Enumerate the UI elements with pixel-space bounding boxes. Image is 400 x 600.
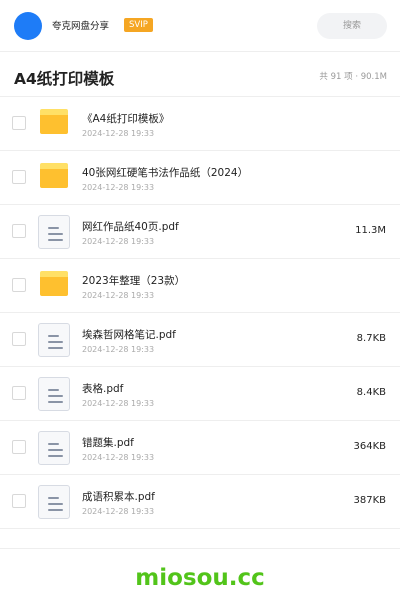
select-checkbox[interactable] — [12, 494, 26, 508]
file-size: 11.3M — [355, 225, 386, 236]
file-name[interactable]: 网红作品纸40页.pdf — [82, 219, 179, 234]
select-checkbox[interactable] — [12, 278, 26, 292]
folder-title-bar: A4纸打印模板 共 91 项 · 90.1M — [0, 53, 400, 97]
select-checkbox[interactable] — [12, 440, 26, 454]
file-date: 2024-12-28 19:33 — [82, 237, 155, 246]
file-size: 364KB — [353, 441, 386, 452]
file-name[interactable]: 2023年整理（23款） — [82, 273, 185, 288]
file-row[interactable]: 网红作品纸40页.pdf 2024-12-28 19:33 11.3M — [0, 205, 400, 259]
document-icon — [38, 215, 70, 249]
folder-icon — [40, 271, 68, 296]
file-name[interactable]: 40张网红硬笔书法作品纸（2024） — [82, 165, 248, 180]
file-size: 8.7KB — [356, 333, 386, 344]
file-date: 2024-12-28 19:33 — [82, 453, 155, 462]
app-header: 夸克网盘分享 SVIP 搜索 — [0, 0, 400, 52]
folder-icon — [40, 109, 68, 134]
file-name[interactable]: 成语积累本.pdf — [82, 489, 155, 504]
document-icon — [38, 377, 70, 411]
folder-row[interactable]: 2023年整理（23款） 2024-12-28 19:33 — [0, 259, 400, 313]
document-icon — [38, 323, 70, 357]
watermark-text: miosou.cc — [135, 565, 265, 591]
file-date: 2024-12-28 19:33 — [82, 129, 155, 138]
select-checkbox[interactable] — [12, 386, 26, 400]
folder-row[interactable]: 40张网红硬笔书法作品纸（2024） 2024-12-28 19:33 — [0, 151, 400, 205]
select-checkbox[interactable] — [12, 332, 26, 346]
file-name[interactable]: 表格.pdf — [82, 381, 123, 396]
file-date: 2024-12-28 19:33 — [82, 183, 155, 192]
footer: miosou.cc — [0, 548, 400, 600]
select-checkbox[interactable] — [12, 116, 26, 130]
avatar[interactable] — [14, 12, 42, 40]
folder-row[interactable]: 《A4纸打印模板》 2024-12-28 19:33 — [0, 97, 400, 151]
file-date: 2024-12-28 19:33 — [82, 507, 155, 516]
svip-badge: SVIP — [124, 18, 153, 32]
file-date: 2024-12-28 19:33 — [82, 291, 155, 300]
select-checkbox[interactable] — [12, 224, 26, 238]
file-size: 8.4KB — [356, 387, 386, 398]
file-date: 2024-12-28 19:33 — [82, 345, 155, 354]
file-date: 2024-12-28 19:33 — [82, 399, 155, 408]
file-row[interactable]: 表格.pdf 2024-12-28 19:33 8.4KB — [0, 367, 400, 421]
share-username[interactable]: 夸克网盘分享 — [52, 18, 109, 32]
file-row[interactable]: 成语积累本.pdf 2024-12-28 19:33 387KB — [0, 475, 400, 529]
page-title: A4纸打印模板 — [14, 70, 115, 88]
file-size: 387KB — [353, 495, 386, 506]
search-button[interactable]: 搜索 — [317, 13, 387, 39]
file-row[interactable]: 错题集.pdf 2024-12-28 19:33 364KB — [0, 421, 400, 475]
item-summary: 共 91 项 · 90.1M — [319, 72, 387, 82]
select-checkbox[interactable] — [12, 170, 26, 184]
file-list: 《A4纸打印模板》 2024-12-28 19:33 40张网红硬笔书法作品纸（20… — [0, 97, 400, 529]
file-name[interactable]: 《A4纸打印模板》 — [82, 111, 169, 126]
file-name[interactable]: 错题集.pdf — [82, 435, 134, 450]
document-icon — [38, 485, 70, 519]
document-icon — [38, 431, 70, 465]
file-row[interactable]: 埃森哲网格笔记.pdf 2024-12-28 19:33 8.7KB — [0, 313, 400, 367]
file-name[interactable]: 埃森哲网格笔记.pdf — [82, 327, 176, 342]
folder-icon — [40, 163, 68, 188]
